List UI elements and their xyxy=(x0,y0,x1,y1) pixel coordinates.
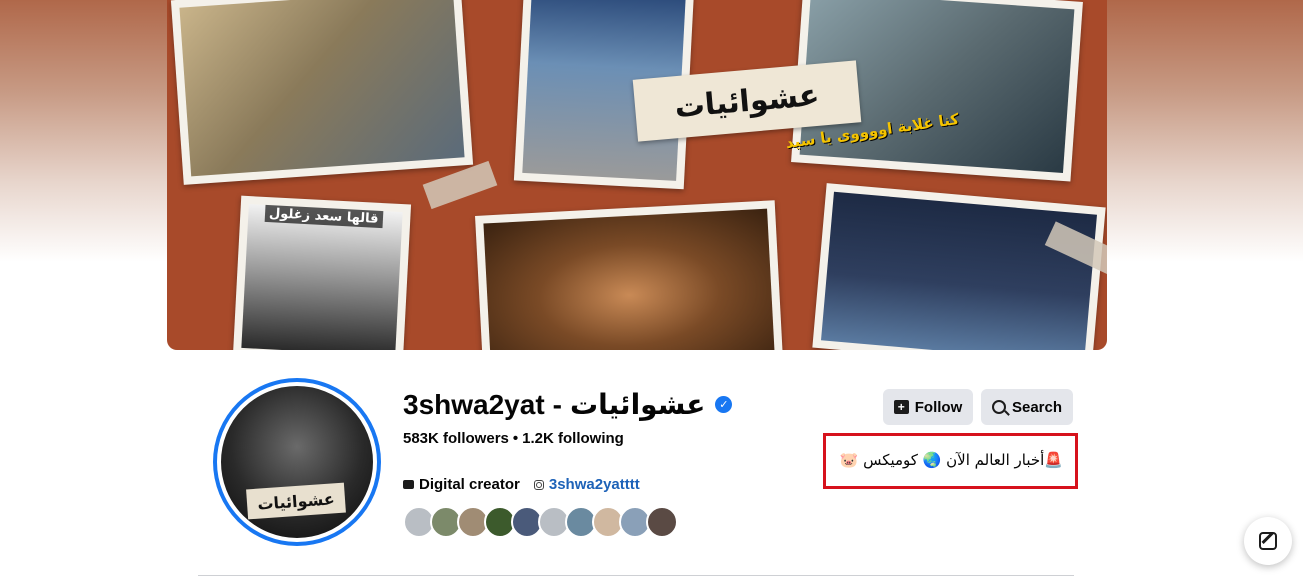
briefcase-icon xyxy=(403,480,414,489)
followers-count[interactable]: 583K followers xyxy=(403,430,509,447)
compose-button[interactable] xyxy=(1244,517,1292,565)
cover-collage-photo-5 xyxy=(475,200,783,350)
follow-stats: 583K followers • 1.2K following xyxy=(403,430,624,447)
bio-highlight-box: 🚨أخبار العالم الآن 🌏 كوميكس 🐷 xyxy=(823,433,1078,489)
instagram-item[interactable]: 3shwa2yatttt xyxy=(533,476,640,493)
search-button-label: Search xyxy=(1011,398,1063,416)
following-count[interactable]: 1.2K following xyxy=(522,430,624,447)
page-name-separator: - xyxy=(552,388,562,420)
follow-button[interactable]: + Follow xyxy=(883,389,973,425)
page-name-latin: 3shwa2yat xyxy=(403,388,545,420)
avatar-image: عشوائيات xyxy=(217,382,377,542)
instagram-icon xyxy=(533,479,544,490)
cover-collage-photo-6 xyxy=(812,183,1106,350)
mutual-friends-avatars[interactable] xyxy=(403,506,678,538)
follow-plus-icon: + xyxy=(893,400,909,414)
tape-decoration xyxy=(422,160,498,210)
follow-button-label: Follow xyxy=(914,398,963,416)
profile-divider xyxy=(198,575,1074,576)
search-icon xyxy=(991,400,1006,414)
friend-avatar[interactable] xyxy=(646,506,678,538)
avatar-label: عشوائيات xyxy=(246,482,346,520)
category-item: Digital creator xyxy=(403,476,520,493)
verified-badge-icon: ✓ xyxy=(715,396,733,413)
profile-avatar[interactable]: عشوائيات xyxy=(213,378,381,546)
cover-collage-photo-1 xyxy=(170,0,474,185)
profile-meta: Digital creator 3shwa2yatttt xyxy=(403,476,640,493)
edit-icon xyxy=(1259,532,1277,550)
category-label: Digital creator xyxy=(419,476,520,493)
search-button[interactable]: Search xyxy=(981,389,1073,425)
page-name-arabic: عشوائيات xyxy=(569,388,706,421)
page-bio: 🚨أخبار العالم الآن 🌏 كوميكس 🐷 xyxy=(839,451,1063,469)
cover-photo[interactable]: عشوائيات كنا غلابة اووووى يا سيد قالها س… xyxy=(167,0,1107,350)
page-title: 3shwa2yat - عشوائيات ✓ xyxy=(403,388,733,421)
instagram-link[interactable]: 3shwa2yatttt xyxy=(549,476,640,493)
